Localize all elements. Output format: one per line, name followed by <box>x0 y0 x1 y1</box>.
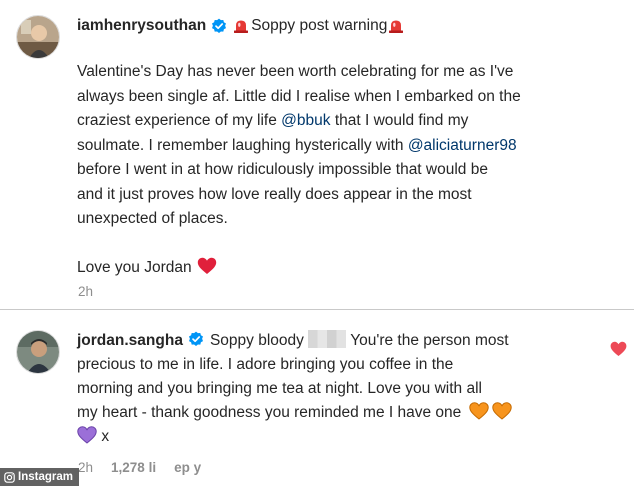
caption-line: craziest experience of my life <box>77 112 282 129</box>
comment-line: my heart - thank goodness you reminded m… <box>77 401 607 425</box>
caption-line: soulmate. I remember laughing hysterical… <box>77 136 408 154</box>
comment-line: jordan.sangha Soppy bloody You're the pe… <box>77 329 607 353</box>
comment-text: x <box>101 428 110 445</box>
post-timestamp[interactable]: 2h <box>78 284 93 299</box>
post-username[interactable]: iamhenrysouthan <box>77 17 206 35</box>
censored-word <box>308 330 347 348</box>
instagram-logo-icon <box>4 471 15 483</box>
caption-line: and it just proves how love really does … <box>77 185 472 203</box>
post-header-text: Soppy post warning <box>251 17 388 34</box>
section-divider <box>0 309 634 310</box>
caption-line: Valentine's Day has never been worth cel… <box>77 63 514 80</box>
reply-button[interactable]: ep y <box>174 460 201 480</box>
comment-line: x <box>77 425 607 449</box>
comment-username[interactable]: jordan.sangha <box>77 332 183 349</box>
comment-timestamp[interactable]: 2h <box>78 460 93 480</box>
comment-text: Soppy bloody <box>209 332 304 349</box>
caption-line: before I went in at how ridiculously imp… <box>77 161 488 178</box>
watermark-label: Instagram <box>18 471 73 483</box>
caption-line: that I would find my <box>330 112 469 129</box>
orange-heart-emoji <box>491 402 512 420</box>
like-heart-icon[interactable] <box>610 341 627 357</box>
siren-icon <box>234 20 249 33</box>
caption-signoff: Love you Jordan <box>77 259 192 276</box>
comment-line: precious to me in life. I adore bringing… <box>77 356 454 373</box>
orange-heart-emoji <box>468 402 489 420</box>
verified-badge-icon <box>212 18 227 33</box>
verified-badge-icon <box>188 331 203 346</box>
comment-meta-row: 2h 1,278 li ep y <box>78 460 201 480</box>
mention-link[interactable]: @bbuk <box>281 112 330 129</box>
red-heart-emoji <box>197 257 216 274</box>
comment-text: my heart - thank goodness you reminded m… <box>77 404 462 421</box>
comment-text: You're the person most <box>346 332 509 349</box>
avatar-photo <box>17 16 59 58</box>
avatar-photo <box>17 331 59 373</box>
comment-author-avatar[interactable] <box>16 330 60 374</box>
instagram-watermark: Instagram <box>0 468 79 486</box>
post-header: iamhenrysouthan Soppy post warning <box>77 15 404 37</box>
mention-link[interactable]: @aliciaturner98 <box>408 137 517 154</box>
caption-line: always been single af. Little did I real… <box>77 87 521 105</box>
purple-heart-emoji <box>77 426 97 444</box>
comment-line: morning and you bringing me tea at night… <box>77 380 482 397</box>
comment-likes-count[interactable]: 1,278 li <box>111 460 156 480</box>
post-caption: Valentine's Day has never been worth cel… <box>77 60 617 281</box>
caption-line: unexpected of places. <box>77 210 228 227</box>
post-author-avatar[interactable] <box>16 15 60 59</box>
siren-icon <box>389 20 404 33</box>
